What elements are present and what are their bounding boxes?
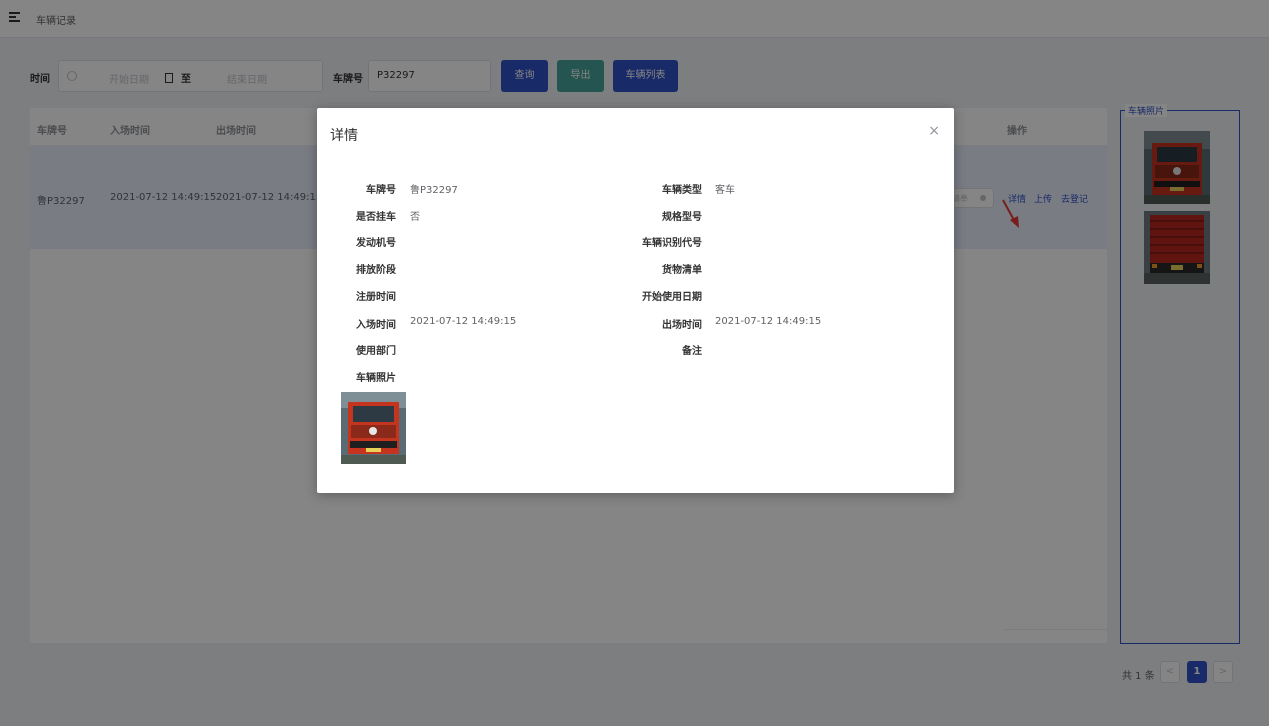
field-value-vehicle-type: 客车 <box>715 185 735 196</box>
close-icon[interactable]: × <box>928 123 940 139</box>
detail-dialog: 详情 × 车牌号 鲁P32297 是否挂车 否 发动机号 排放阶段 注册时间 入… <box>317 108 954 493</box>
field-label-vin: 车辆识别代号 <box>642 238 702 249</box>
field-label-remark: 备注 <box>682 346 702 357</box>
field-value-out-time: 2021-07-12 14:49:15 <box>715 316 822 327</box>
field-value-in-time: 2021-07-12 14:49:15 <box>410 316 517 327</box>
field-label-register-time: 注册时间 <box>356 292 396 303</box>
field-label-photos: 车辆照片 <box>356 373 396 384</box>
dialog-vehicle-photo[interactable] <box>341 392 406 464</box>
field-label-out-time: 出场时间 <box>662 320 702 331</box>
field-label-department: 使用部门 <box>356 346 396 357</box>
field-label-trailer: 是否挂车 <box>356 212 396 223</box>
field-label-cargo: 货物清单 <box>662 265 702 276</box>
field-label-plate: 车牌号 <box>366 185 396 196</box>
field-label-engine: 发动机号 <box>356 238 396 249</box>
field-label-emission: 排放阶段 <box>356 265 396 276</box>
field-value-trailer: 否 <box>410 212 420 223</box>
dialog-title: 详情 <box>330 128 358 144</box>
field-label-in-time: 入场时间 <box>356 320 396 331</box>
field-label-vehicle-type: 车辆类型 <box>662 185 702 196</box>
field-label-start-use-date: 开始使用日期 <box>642 292 702 303</box>
field-value-plate: 鲁P32297 <box>410 185 458 196</box>
field-label-spec: 规格型号 <box>662 212 702 223</box>
